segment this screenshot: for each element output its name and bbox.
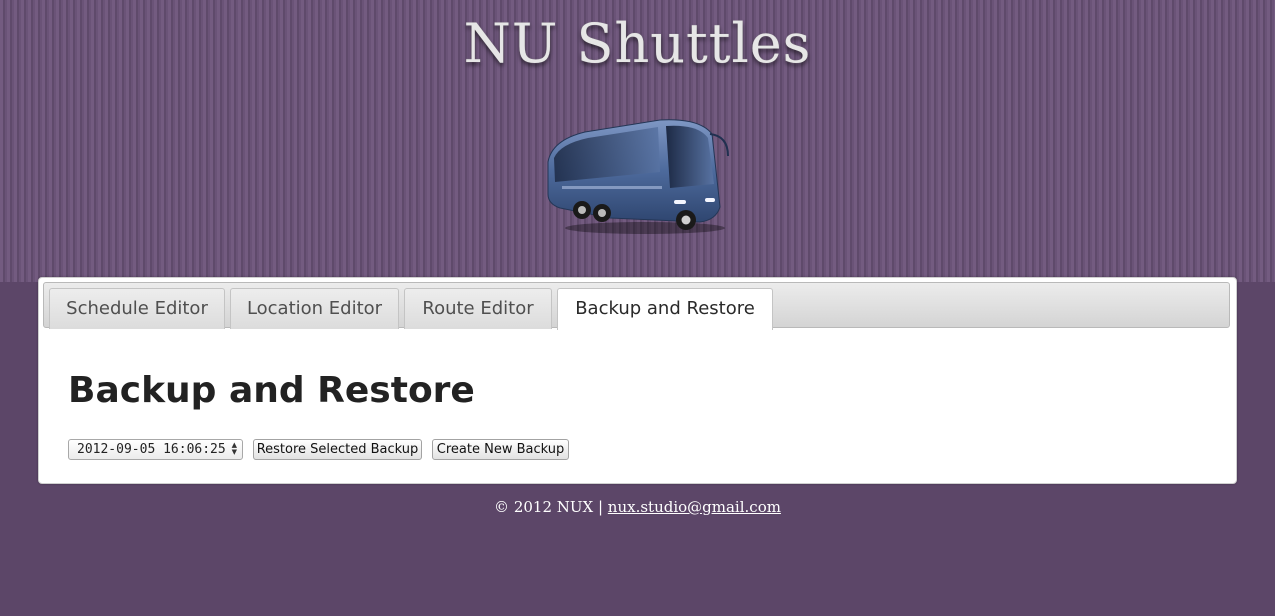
tab-route-editor[interactable]: Route Editor: [404, 288, 552, 329]
updown-arrows-icon: ▲ ▼: [231, 441, 237, 456]
backup-select[interactable]: 2012-09-05 16:06:25 ▲ ▼: [68, 439, 243, 460]
create-new-backup-button[interactable]: Create New Backup: [432, 439, 569, 460]
site-title: NU Shuttles: [463, 12, 812, 75]
bus-icon: [540, 112, 740, 242]
tab-schedule-editor[interactable]: Schedule Editor: [49, 288, 225, 329]
tab-bar: Schedule Editor Location Editor Route Ed…: [43, 282, 1230, 330]
tab-backup-and-restore[interactable]: Backup and Restore: [557, 288, 773, 330]
page-title: Backup and Restore: [68, 370, 475, 411]
backup-select-value: 2012-09-05 16:06:25: [77, 442, 226, 457]
footer: © 2012 NUX | nux.studio@gmail.com: [0, 498, 1275, 516]
footer-email-link[interactable]: nux.studio@gmail.com: [608, 498, 781, 516]
footer-copyright: © 2012 NUX |: [494, 498, 608, 516]
restore-selected-backup-button[interactable]: Restore Selected Backup: [253, 439, 422, 460]
content-panel: Schedule Editor Location Editor Route Ed…: [38, 277, 1237, 484]
tab-location-editor[interactable]: Location Editor: [230, 288, 399, 329]
